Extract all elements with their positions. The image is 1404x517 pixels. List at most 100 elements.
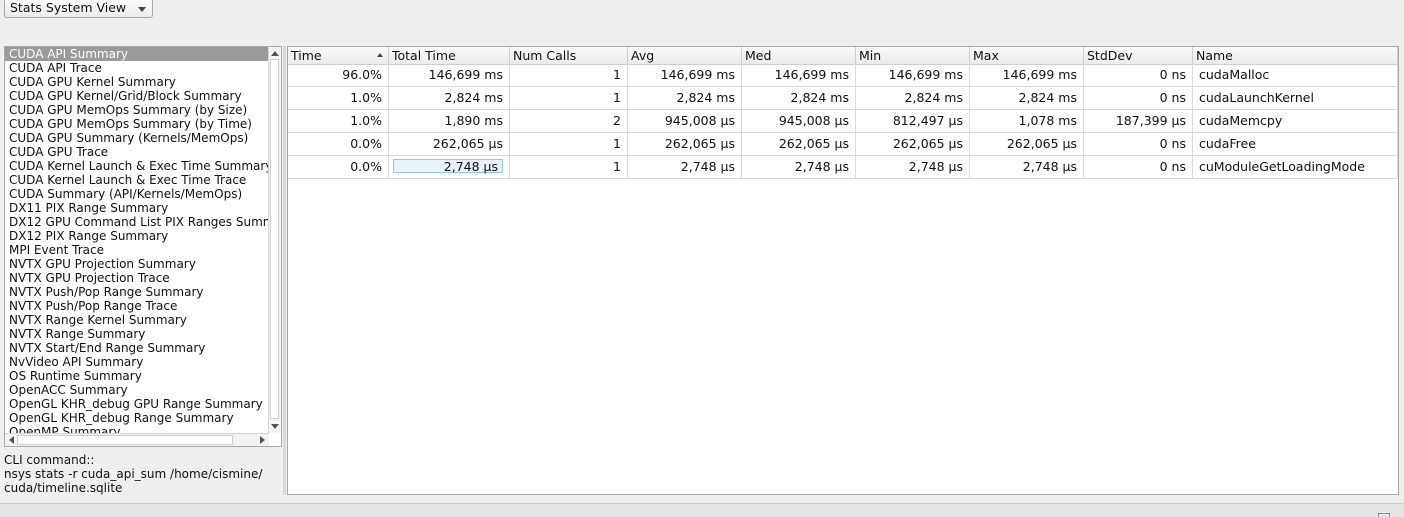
- table-cell[interactable]: cudaMalloc: [1193, 64, 1398, 86]
- table-cell[interactable]: 1: [510, 64, 628, 86]
- table-cell[interactable]: 146,699 ms: [742, 64, 856, 86]
- table-cell[interactable]: 0 ns: [1084, 64, 1193, 86]
- table-cell[interactable]: 2,824 ms: [628, 87, 742, 109]
- table-cell[interactable]: 945,008 µs: [628, 110, 742, 132]
- table-cell[interactable]: 0 ns: [1084, 156, 1193, 178]
- table-cell[interactable]: 1.0%: [288, 110, 389, 132]
- table-cell[interactable]: 0 ns: [1084, 133, 1193, 155]
- panel-splitter[interactable]: [283, 46, 286, 495]
- table-cell[interactable]: 1: [510, 156, 628, 178]
- report-list-item[interactable]: OpenGL KHR_debug Range Summary: [5, 411, 269, 425]
- table-cell[interactable]: 0 ns: [1084, 87, 1193, 109]
- table-cell[interactable]: cudaMemcpy: [1193, 110, 1398, 132]
- report-list-item[interactable]: OpenGL KHR_debug GPU Range Summary: [5, 397, 269, 411]
- report-list-item[interactable]: OpenMP Summary: [5, 425, 269, 433]
- report-list-item[interactable]: CUDA API Summary: [5, 47, 269, 61]
- table-cell[interactable]: 1: [510, 87, 628, 109]
- column-header-med[interactable]: Med: [742, 47, 856, 64]
- table-cell[interactable]: 262,065 µs: [742, 133, 856, 155]
- report-list-item[interactable]: CUDA GPU MemOps Summary (by Size): [5, 103, 269, 117]
- table-cell[interactable]: cuModuleGetLoadingMode: [1193, 156, 1398, 178]
- table-cell[interactable]: 945,008 µs: [742, 110, 856, 132]
- report-list-horizontal-scrollbar[interactable]: [5, 433, 269, 446]
- table-cell[interactable]: 146,699 ms: [970, 64, 1084, 86]
- stats-view-dropdown[interactable]: Stats System View: [4, 0, 153, 18]
- report-list-item[interactable]: CUDA GPU Kernel/Grid/Block Summary: [5, 89, 269, 103]
- table-cell[interactable]: 2,748 µs: [856, 156, 970, 178]
- table-cell[interactable]: cudaLaunchKernel: [1193, 87, 1398, 109]
- table-cell[interactable]: 1.0%: [288, 87, 389, 109]
- report-list-item[interactable]: MPI Event Trace: [5, 243, 269, 257]
- report-list-item[interactable]: DX11 PIX Range Summary: [5, 201, 269, 215]
- column-header-total-time[interactable]: Total Time: [389, 47, 510, 64]
- table-cell[interactable]: 262,065 µs: [389, 133, 510, 155]
- table-cell[interactable]: 2: [510, 110, 628, 132]
- report-list-item[interactable]: CUDA GPU Summary (Kernels/MemOps): [5, 131, 269, 145]
- table-cell[interactable]: 2,748 µs: [389, 156, 510, 178]
- table-cell[interactable]: cudaFree: [1193, 133, 1398, 155]
- table-cell[interactable]: 262,065 µs: [856, 133, 970, 155]
- report-list-vertical-scrollbar[interactable]: [268, 47, 281, 433]
- report-list-item[interactable]: OS Runtime Summary: [5, 369, 269, 383]
- report-list-item[interactable]: NVTX Range Kernel Summary: [5, 313, 269, 327]
- scrollbar-thumb[interactable]: [270, 59, 279, 419]
- table-cell[interactable]: 2,824 ms: [970, 87, 1084, 109]
- table-cell[interactable]: 1: [510, 133, 628, 155]
- report-list-item[interactable]: NVTX GPU Projection Trace: [5, 271, 269, 285]
- table-row[interactable]: 96.0% 146,699 ms 1 146,699 ms 146,699 ms 146,…: [288, 64, 1398, 87]
- report-list-item[interactable]: CUDA GPU Kernel Summary: [5, 75, 269, 89]
- report-list-item[interactable]: NvVideo API Summary: [5, 355, 269, 369]
- scroll-left-arrow-icon[interactable]: [9, 436, 14, 444]
- table-cell[interactable]: 0.0%: [288, 156, 389, 178]
- report-list-item[interactable]: NVTX Range Summary: [5, 327, 269, 341]
- column-header-num-calls[interactable]: Num Calls: [510, 47, 628, 64]
- report-list-item[interactable]: CUDA Summary (API/Kernels/MemOps): [5, 187, 269, 201]
- table-cell[interactable]: 2,748 µs: [970, 156, 1084, 178]
- scroll-down-arrow-icon[interactable]: [271, 424, 279, 429]
- resize-grip-icon[interactable]: [1378, 513, 1390, 517]
- report-list-item[interactable]: CUDA Kernel Launch & Exec Time Trace: [5, 173, 269, 187]
- report-list-item[interactable]: CUDA API Trace: [5, 61, 269, 75]
- report-list-item[interactable]: NVTX Start/End Range Summary: [5, 341, 269, 355]
- table-cell[interactable]: 2,824 ms: [389, 87, 510, 109]
- table-row[interactable]: 1.0% 1,890 ms 2 945,008 µs 945,008 µs 812,497…: [288, 110, 1398, 133]
- report-list-item[interactable]: CUDA GPU Trace: [5, 145, 269, 159]
- table-cell[interactable]: 2,824 ms: [856, 87, 970, 109]
- table-cell[interactable]: 0.0%: [288, 133, 389, 155]
- report-list-item[interactable]: NVTX Push/Pop Range Trace: [5, 299, 269, 313]
- column-header-stddev[interactable]: StdDev: [1084, 47, 1193, 64]
- report-list-item[interactable]: CUDA GPU MemOps Summary (by Time): [5, 117, 269, 131]
- report-list-item[interactable]: OpenACC Summary: [5, 383, 269, 397]
- report-list-item[interactable]: NVTX Push/Pop Range Summary: [5, 285, 269, 299]
- table-cell[interactable]: 146,699 ms: [856, 64, 970, 86]
- table-row[interactable]: 0.0% 2,748 µs 1 2,748 µs 2,748 µs 2,748 µs 2,7…: [288, 156, 1398, 179]
- table-row[interactable]: 0.0% 262,065 µs 1 262,065 µs 262,065 µs 262,0…: [288, 133, 1398, 156]
- table-cell[interactable]: 1,078 ms: [970, 110, 1084, 132]
- table-cell[interactable]: 2,824 ms: [742, 87, 856, 109]
- report-list-item[interactable]: DX12 PIX Range Summary: [5, 229, 269, 243]
- column-header-avg[interactable]: Avg: [628, 47, 742, 64]
- table-cell[interactable]: 187,399 µs: [1084, 110, 1193, 132]
- report-list-item[interactable]: CUDA Kernel Launch & Exec Time Summary: [5, 159, 269, 173]
- scroll-up-arrow-icon[interactable]: [271, 51, 279, 56]
- table-cell[interactable]: 812,497 µs: [856, 110, 970, 132]
- table-cell[interactable]: 146,699 ms: [628, 64, 742, 86]
- column-header-label: Total Time: [392, 48, 456, 63]
- scroll-right-arrow-icon[interactable]: [260, 436, 265, 444]
- scrollbar-thumb[interactable]: [17, 435, 233, 445]
- report-list-item[interactable]: DX12 GPU Command List PIX Ranges Summary: [5, 215, 269, 229]
- column-header-name[interactable]: Name: [1193, 47, 1398, 64]
- report-list[interactable]: CUDA API Summary CUDA API Trace CUDA GPU K…: [4, 46, 282, 447]
- table-cell[interactable]: 1,890 ms: [389, 110, 510, 132]
- table-cell[interactable]: 262,065 µs: [970, 133, 1084, 155]
- table-cell[interactable]: 2,748 µs: [628, 156, 742, 178]
- column-header-max[interactable]: Max: [970, 47, 1084, 64]
- column-header-min[interactable]: Min: [856, 47, 970, 64]
- table-cell[interactable]: 146,699 ms: [389, 64, 510, 86]
- table-row[interactable]: 1.0% 2,824 ms 1 2,824 ms 2,824 ms 2,824 ms 2,8…: [288, 87, 1398, 110]
- table-cell[interactable]: 262,065 µs: [628, 133, 742, 155]
- table-cell[interactable]: 2,748 µs: [742, 156, 856, 178]
- table-cell[interactable]: 96.0%: [288, 64, 389, 86]
- report-list-item[interactable]: NVTX GPU Projection Summary: [5, 257, 269, 271]
- column-header-time[interactable]: Time: [288, 47, 389, 64]
